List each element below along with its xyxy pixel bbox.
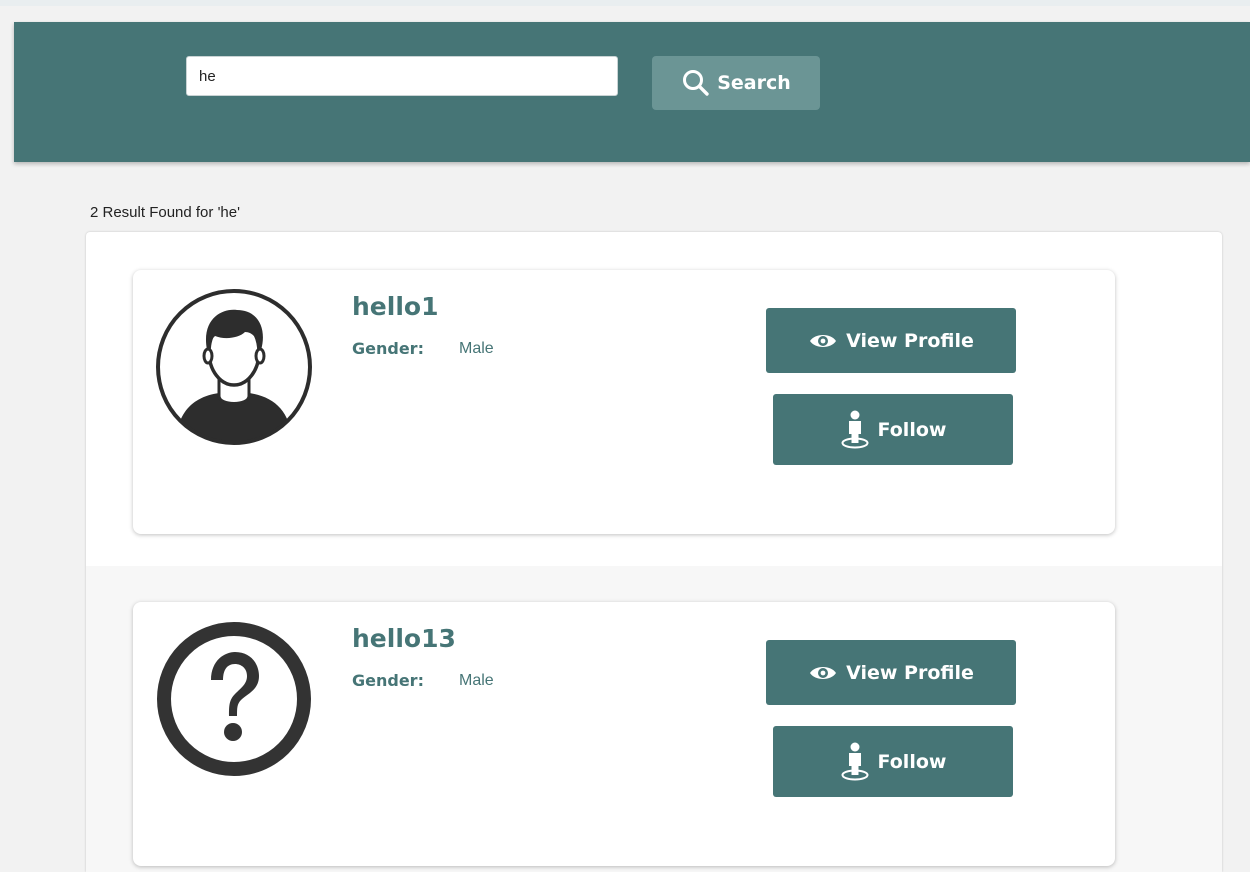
follow-person-icon bbox=[841, 410, 869, 448]
search-input[interactable] bbox=[186, 56, 618, 96]
page: Search 2 Result Found for 'he' bbox=[0, 0, 1250, 872]
username[interactable]: hello1 bbox=[352, 292, 438, 321]
follow-label: Follow bbox=[877, 418, 947, 441]
user-avatar-icon bbox=[156, 289, 312, 445]
user-card: hello1 Gender: Male View Profile Follow bbox=[133, 270, 1115, 534]
results-panel: hello1 Gender: Male View Profile Follow bbox=[86, 232, 1222, 872]
question-mark-icon bbox=[157, 622, 311, 776]
username[interactable]: hello13 bbox=[352, 624, 456, 653]
view-profile-label: View Profile bbox=[846, 661, 974, 684]
gender-label: Gender: bbox=[352, 339, 424, 358]
follow-label: Follow bbox=[877, 750, 947, 773]
follow-button[interactable]: Follow bbox=[773, 394, 1013, 465]
user-card: hello13 Gender: Male View Profile Follow bbox=[133, 602, 1115, 866]
follow-person-icon bbox=[841, 742, 869, 780]
eye-icon bbox=[810, 334, 837, 347]
search-header: Search bbox=[14, 22, 1250, 162]
view-profile-button[interactable]: View Profile bbox=[766, 640, 1016, 705]
search-icon bbox=[683, 70, 709, 96]
gender-value: Male bbox=[459, 340, 494, 357]
gender-value: Male bbox=[459, 672, 494, 689]
follow-button[interactable]: Follow bbox=[773, 726, 1013, 797]
result-count: 2 Result Found for 'he' bbox=[90, 204, 240, 221]
search-button-label: Search bbox=[717, 72, 791, 94]
gender-label: Gender: bbox=[352, 671, 424, 690]
view-profile-label: View Profile bbox=[846, 329, 974, 352]
eye-icon bbox=[810, 666, 837, 679]
view-profile-button[interactable]: View Profile bbox=[766, 308, 1016, 373]
search-button[interactable]: Search bbox=[652, 56, 820, 110]
top-strip bbox=[0, 0, 1250, 6]
